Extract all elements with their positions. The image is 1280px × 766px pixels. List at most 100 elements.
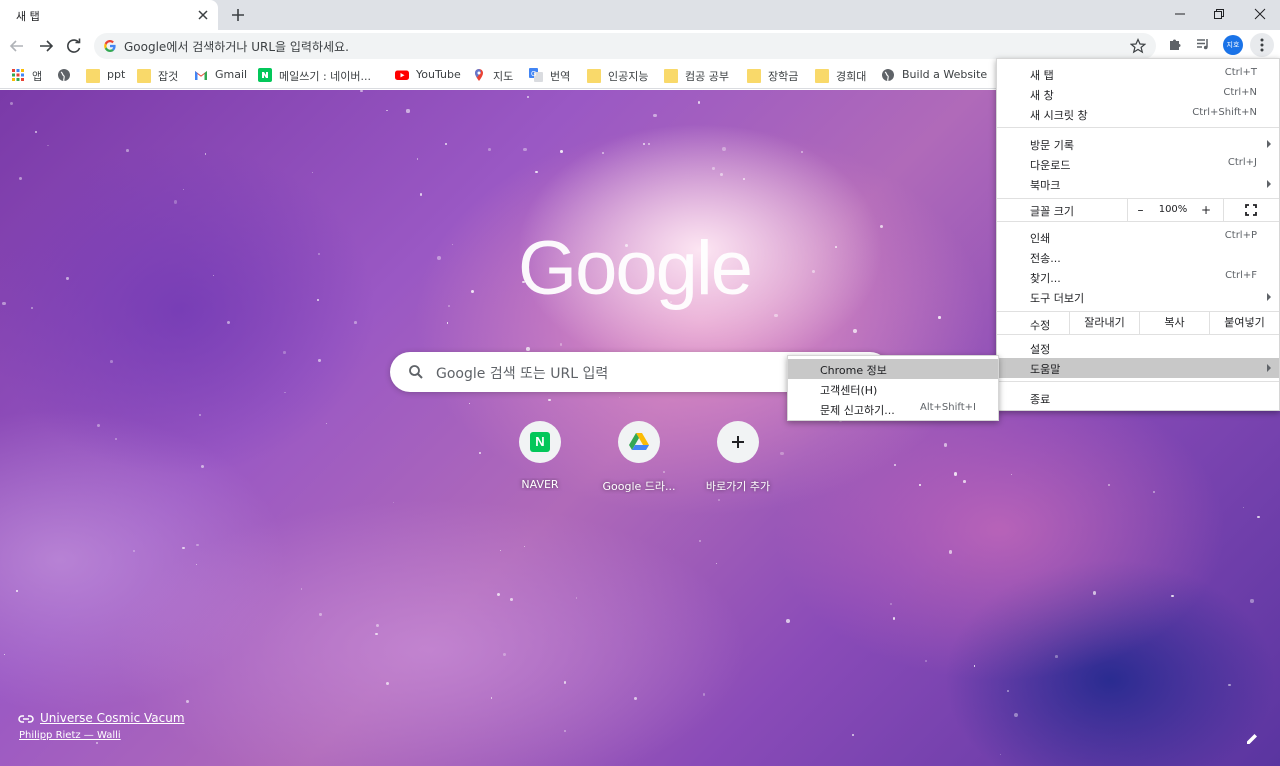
forward-arrow-icon[interactable] — [35, 35, 57, 57]
bookmark-star-icon[interactable] — [1130, 38, 1146, 54]
chrome-menu-button[interactable] — [1250, 33, 1274, 57]
menu-item-label: 설정 — [1030, 343, 1051, 356]
bookmark-label: 잡것 — [158, 70, 179, 83]
star-dot — [386, 109, 388, 112]
reload-icon[interactable] — [63, 35, 85, 57]
star-dot — [1250, 599, 1254, 603]
star-dot — [1152, 491, 1155, 494]
customize-pencil-icon[interactable] — [1245, 732, 1259, 746]
menu-item-about-chrome[interactable]: Chrome 정보 — [788, 359, 998, 379]
close-window-icon[interactable] — [1240, 0, 1280, 28]
star-dot — [1242, 507, 1244, 509]
star-dot — [963, 480, 966, 483]
star-dot — [490, 697, 493, 699]
star-dot — [300, 587, 303, 590]
menu-item-bookmarks[interactable]: 북마크 — [997, 174, 1279, 194]
help-submenu: Chrome 정보 고객센터(H) 문제 신고하기... Alt+Shift+I — [787, 355, 999, 421]
restore-window-icon[interactable] — [1199, 0, 1239, 28]
menu-item-label: 북마크 — [1030, 179, 1061, 192]
star-dot — [697, 101, 701, 104]
bookmark-label: 앱 — [32, 70, 43, 83]
star-dot — [198, 413, 202, 416]
star-dot — [444, 143, 447, 146]
star-dot — [195, 543, 199, 547]
star-dot — [200, 465, 204, 469]
bookmark-label: 번역 — [550, 70, 571, 83]
minimize-window-icon[interactable] — [1160, 0, 1200, 28]
star-dot — [9, 102, 13, 106]
menu-item-label: 문제 신고하기... — [820, 404, 895, 417]
menu-edit-row: 수정 잘라내기 복사 붙여넣기 — [997, 312, 1279, 334]
tab-new-tab[interactable]: 새 탭 — [0, 0, 218, 30]
toolbar: Google에서 검색하거나 URL을 입력하세요. 지호 — [0, 30, 1280, 61]
search-icon — [408, 364, 424, 380]
menu-item-print[interactable]: 인쇄 Ctrl+P — [997, 227, 1279, 247]
cut-button[interactable]: 잘라내기 — [1069, 312, 1139, 334]
shortcut-tile-naver[interactable]: N NAVER — [492, 421, 588, 497]
menu-item-shortcut: Alt+Shift+I — [920, 402, 976, 413]
star-dot — [109, 360, 113, 364]
menu-item-new-tab[interactable]: 새 탭 Ctrl+T — [997, 64, 1279, 84]
star-dot — [698, 540, 702, 543]
menu-item-history[interactable]: 방문 기록 — [997, 134, 1279, 154]
menu-item-label: 새 시크릿 창 — [1030, 109, 1088, 122]
bookmark-label: YouTube — [416, 68, 461, 81]
menu-item-new-window[interactable]: 새 창 Ctrl+N — [997, 84, 1279, 104]
star-dot — [575, 597, 578, 599]
menu-item-shortcut: Ctrl+N — [1223, 87, 1257, 98]
bookmark-globe[interactable] — [57, 67, 71, 83]
zoom-in-button[interactable]: + — [1193, 199, 1219, 221]
star-dot — [196, 563, 198, 565]
close-tab-icon[interactable] — [196, 8, 210, 22]
menu-item-help-center[interactable]: 고객센터(H) — [788, 379, 998, 399]
paste-button[interactable]: 붙여넣기 — [1209, 312, 1279, 334]
star-dot — [564, 730, 566, 732]
address-bar[interactable]: Google에서 검색하거나 URL을 입력하세요. — [94, 33, 1156, 59]
star-dot — [16, 590, 18, 592]
star-dot — [648, 142, 651, 145]
star-dot — [375, 624, 379, 628]
menu-item-exit[interactable]: 종료 — [997, 388, 1279, 408]
zoom-out-button[interactable]: – — [1127, 199, 1153, 221]
star-dot — [30, 306, 34, 310]
star-dot — [419, 192, 423, 196]
copy-button[interactable]: 복사 — [1139, 312, 1209, 334]
fullscreen-icon[interactable] — [1223, 199, 1279, 221]
menu-item-find[interactable]: 찾기... Ctrl+F — [997, 267, 1279, 287]
attribution-author[interactable]: Philipp Rietz — Walli — [19, 730, 121, 741]
profile-avatar[interactable]: 지호 — [1223, 35, 1243, 55]
menu-item-more-tools[interactable]: 도구 더보기 — [997, 287, 1279, 307]
star-dot — [563, 681, 567, 684]
star-dot — [487, 148, 491, 152]
star-dot — [326, 422, 328, 424]
star-dot — [643, 142, 646, 145]
star-dot — [925, 660, 927, 662]
star-dot — [526, 95, 530, 99]
star-dot — [523, 147, 527, 152]
add-shortcut-tile[interactable]: 바로가기 추가 — [690, 421, 786, 497]
media-control-icon[interactable] — [1195, 36, 1211, 52]
youtube-icon — [395, 68, 409, 82]
submenu-arrow-icon — [1267, 293, 1271, 301]
menu-item-cast[interactable]: 전송... — [997, 247, 1279, 267]
submenu-arrow-icon — [1267, 180, 1271, 188]
back-arrow-icon[interactable] — [6, 35, 28, 57]
menu-item-downloads[interactable]: 다운로드 Ctrl+J — [997, 154, 1279, 174]
menu-item-help[interactable]: 도움말 — [997, 358, 1279, 378]
star-dot — [800, 151, 803, 154]
tile-icon-circle: N — [519, 421, 561, 463]
new-tab-plus-icon[interactable] — [229, 6, 247, 24]
naver-icon — [258, 68, 272, 82]
star-dot — [523, 546, 525, 548]
extensions-puzzle-icon[interactable] — [1167, 36, 1183, 52]
star-dot — [1092, 590, 1097, 595]
star-dot — [1107, 483, 1111, 486]
star-dot — [880, 224, 884, 229]
menu-item-incognito[interactable]: 새 시크릿 창 Ctrl+Shift+N — [997, 104, 1279, 124]
star-dot — [938, 316, 941, 319]
shortcut-tile-google-drive[interactable]: Google 드라... — [591, 421, 687, 497]
menu-item-settings[interactable]: 설정 — [997, 338, 1279, 358]
star-dot — [133, 550, 136, 553]
menu-item-report-issue[interactable]: 문제 신고하기... Alt+Shift+I — [788, 399, 998, 419]
naver-icon: N — [530, 432, 550, 452]
